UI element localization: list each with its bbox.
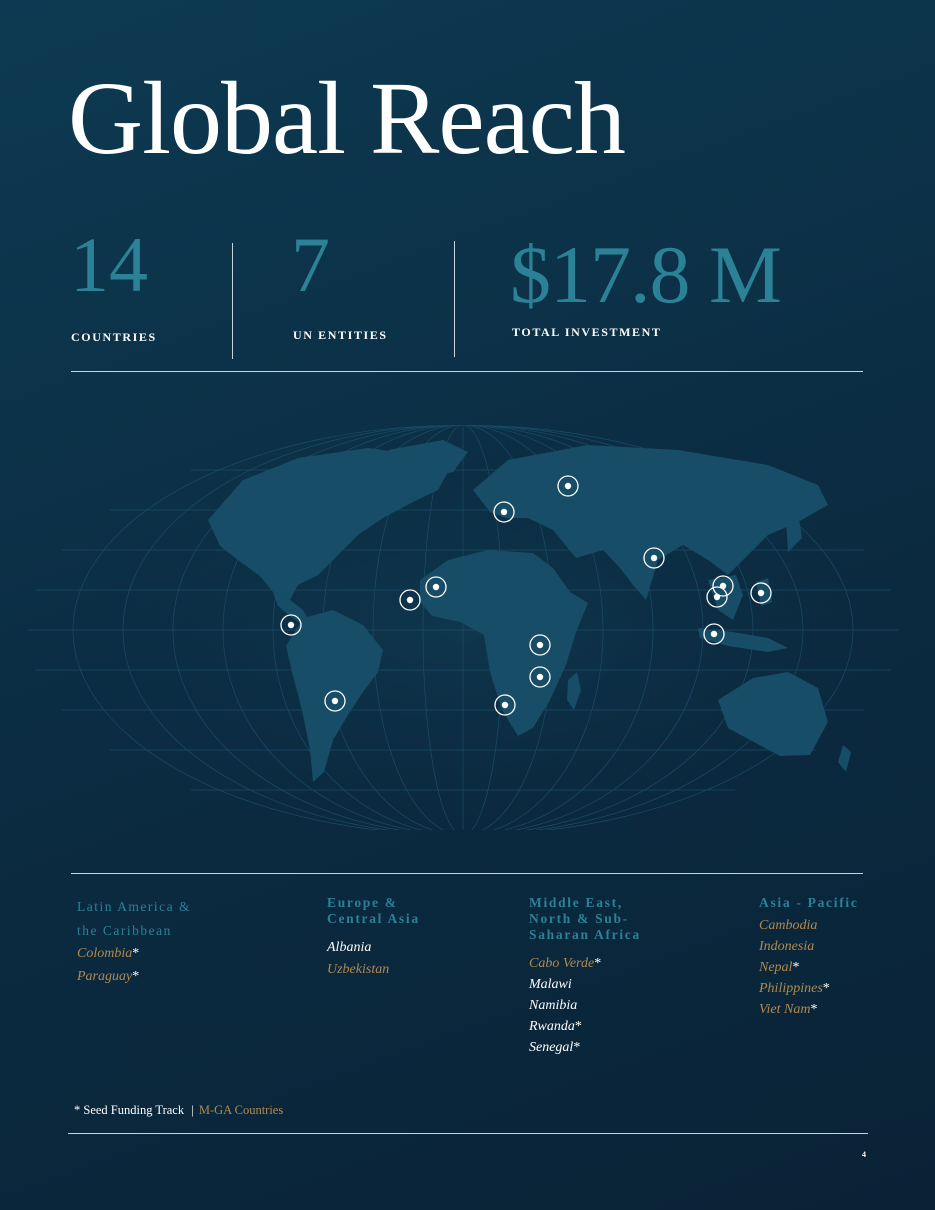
region-heading: Middle East, North & Sub- Saharan Africa bbox=[529, 895, 719, 943]
footer-rule bbox=[68, 1133, 868, 1134]
stat-un-entities: 7 UN ENTITIES bbox=[291, 226, 441, 356]
footnote-mga-label: M-GA Countries bbox=[198, 1103, 284, 1117]
new-zealand bbox=[838, 745, 851, 772]
page-title: Global Reach bbox=[68, 61, 626, 176]
stat-un-entities-label: UN ENTITIES bbox=[293, 328, 388, 342]
region-heading-line: Asia - Pacific bbox=[759, 895, 859, 910]
regions-rule bbox=[71, 873, 863, 874]
stat-un-entities-value: 7 bbox=[291, 221, 330, 308]
country-name: Malawi bbox=[529, 977, 572, 992]
region-asia-pacific: Asia - Pacific Cambodia Indonesia Nepal*… bbox=[759, 895, 919, 1020]
country-item: Rwanda* bbox=[529, 1016, 719, 1037]
seed-star: * bbox=[573, 1040, 581, 1055]
country-name: Cabo Verde bbox=[529, 956, 595, 971]
region-middle-east-africa: Middle East, North & Sub- Saharan Africa… bbox=[529, 895, 719, 1058]
country-name: Albania bbox=[327, 940, 372, 955]
country-list: Albania Uzbekistan bbox=[327, 937, 497, 980]
page-number: 4 bbox=[862, 1150, 866, 1159]
seed-star: * bbox=[822, 981, 830, 996]
stat-divider bbox=[232, 243, 233, 359]
world-map bbox=[27, 410, 908, 835]
stat-countries: 14 COUNTRIES bbox=[70, 226, 220, 356]
country-name: Cambodia bbox=[759, 918, 818, 933]
region-heading-line: North & Sub- bbox=[529, 911, 629, 926]
footnote-text: * Seed Funding Track bbox=[74, 1103, 185, 1117]
seed-star: * bbox=[810, 1002, 818, 1017]
region-latin-america: Latin America & the Caribbean Colombia* … bbox=[77, 895, 277, 987]
world-map-graphic bbox=[27, 425, 899, 835]
country-name: Viet Nam bbox=[759, 1002, 811, 1017]
country-name: Senegal bbox=[529, 1040, 574, 1055]
country-name: Namibia bbox=[529, 998, 578, 1013]
country-item: Uzbekistan bbox=[327, 959, 497, 980]
stat-total-investment: $17.8 M TOTAL INVESTMENT bbox=[510, 234, 830, 354]
seed-star: * bbox=[132, 946, 140, 961]
country-item: Albania bbox=[327, 937, 497, 958]
footnote-separator: | bbox=[191, 1103, 194, 1117]
stat-total-investment-label: TOTAL INVESTMENT bbox=[512, 325, 662, 339]
country-item: Namibia bbox=[529, 995, 719, 1016]
stat-countries-label: COUNTRIES bbox=[71, 330, 157, 344]
country-item: Cambodia bbox=[759, 915, 919, 936]
stat-total-investment-value: $17.8 M bbox=[510, 229, 782, 320]
footnote: * Seed Funding Track | M-GA Countries bbox=[74, 1103, 283, 1118]
stat-countries-value: 14 bbox=[70, 221, 148, 308]
seed-star: * bbox=[792, 960, 800, 975]
country-item: Cabo Verde* bbox=[529, 953, 719, 974]
country-item: Philippines* bbox=[759, 978, 919, 999]
country-list: Cabo Verde* Malawi Namibia Rwanda* Seneg… bbox=[529, 953, 719, 1058]
country-item: Paraguay* bbox=[77, 966, 277, 987]
region-heading: Europe & Central Asia bbox=[327, 895, 497, 927]
country-list: Colombia* Paraguay* bbox=[77, 943, 277, 987]
country-item: Malawi bbox=[529, 974, 719, 995]
region-heading-line: Central Asia bbox=[327, 911, 420, 926]
seed-star: * bbox=[574, 1019, 582, 1034]
country-name: Philippines bbox=[759, 981, 823, 996]
region-heading-line: Europe & bbox=[327, 895, 398, 910]
seed-star: * bbox=[594, 956, 602, 971]
region-heading-line: Latin America & bbox=[77, 899, 191, 914]
country-name: Rwanda bbox=[529, 1019, 575, 1034]
country-name: Colombia bbox=[77, 946, 133, 961]
region-heading-line: the Caribbean bbox=[77, 923, 172, 938]
country-name: Nepal bbox=[759, 960, 793, 975]
region-heading-line: Saharan Africa bbox=[529, 927, 641, 942]
region-europe-central-asia: Europe & Central Asia Albania Uzbekistan bbox=[327, 895, 497, 980]
region-heading: Latin America & the Caribbean bbox=[77, 895, 277, 943]
seed-star: * bbox=[132, 969, 140, 984]
country-list: Cambodia Indonesia Nepal* Philippines* V… bbox=[759, 915, 919, 1020]
country-item: Colombia* bbox=[77, 943, 277, 964]
country-item: Indonesia bbox=[759, 936, 919, 957]
stat-divider bbox=[454, 241, 455, 357]
country-item: Viet Nam* bbox=[759, 999, 919, 1020]
region-heading: Asia - Pacific bbox=[759, 895, 919, 911]
country-name: Paraguay bbox=[77, 969, 133, 984]
country-name: Indonesia bbox=[759, 939, 815, 954]
country-name: Uzbekistan bbox=[327, 962, 390, 977]
country-item: Nepal* bbox=[759, 957, 919, 978]
stats-rule bbox=[71, 371, 863, 372]
region-heading-line: Middle East, bbox=[529, 895, 623, 910]
country-item: Senegal* bbox=[529, 1037, 719, 1058]
